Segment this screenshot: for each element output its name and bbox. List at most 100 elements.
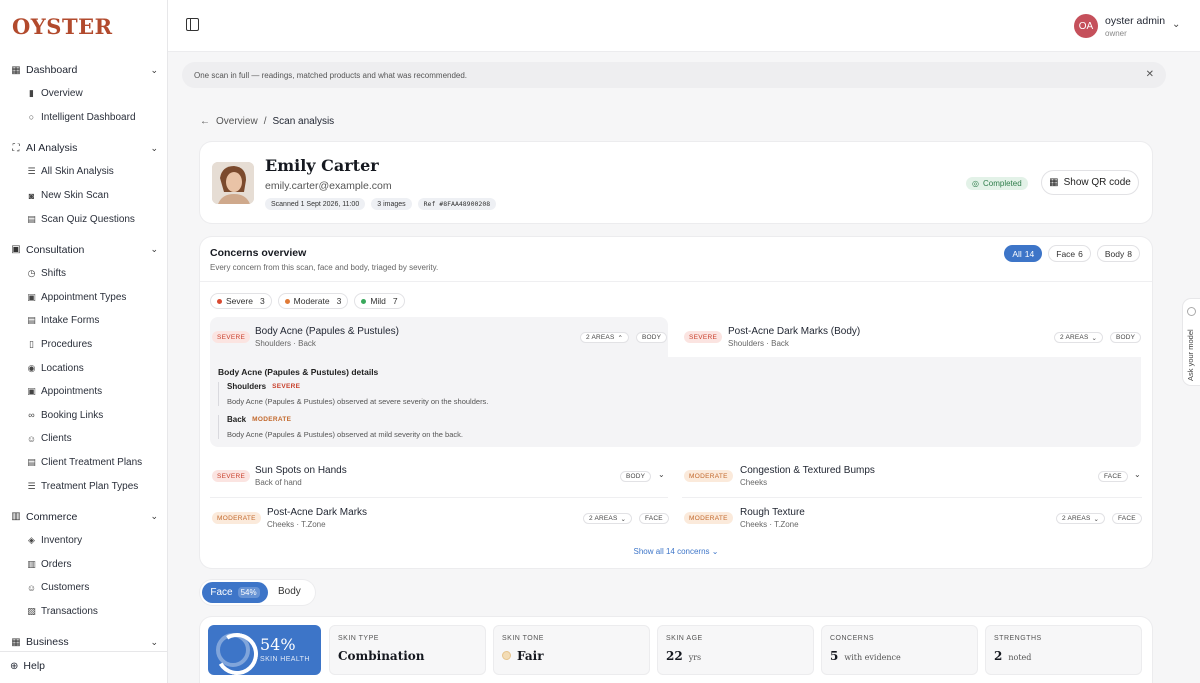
breadcrumb-overview[interactable]: Overview bbox=[216, 116, 258, 127]
detail-severity: SEVERE bbox=[272, 383, 301, 390]
sidebar-item-locations[interactable]: ◉ Locations bbox=[0, 356, 168, 380]
severity-chip-moderate[interactable]: Moderate 3 bbox=[277, 293, 349, 309]
sidebar-item-label: Shifts bbox=[41, 268, 67, 280]
avatar[interactable]: OA bbox=[1074, 14, 1098, 38]
sidebar-item-intelligent-dashboard[interactable]: ○ Intelligent Dashboard bbox=[0, 106, 168, 130]
filter-body[interactable]: Body 8 bbox=[1096, 245, 1140, 262]
segment-face[interactable]: Face 54% bbox=[202, 582, 268, 603]
areas-count: 2 AREAS bbox=[1062, 515, 1091, 522]
filter-all[interactable]: All 14 bbox=[1004, 245, 1043, 262]
concern-areas-text: Shoulders · Back bbox=[728, 339, 789, 348]
chevron-down-icon[interactable]: ⌄ bbox=[658, 470, 665, 479]
sidebar-group-consultation[interactable]: ▣ Consultation ⌄ bbox=[0, 238, 168, 262]
sidebar-item-label: Locations bbox=[41, 362, 84, 374]
sidebar-item-treatment-plan-types[interactable]: ☰ Treatment Plan Types bbox=[0, 474, 168, 498]
stat-label: SKIN AGE bbox=[666, 635, 703, 642]
severe-dot-icon bbox=[217, 298, 222, 304]
chevron-down-icon[interactable]: ⌄ bbox=[1172, 19, 1180, 30]
sidebar-item-scan-quiz-questions[interactable]: ▤ Scan Quiz Questions bbox=[0, 207, 168, 231]
severity-chip-mild[interactable]: Mild 7 bbox=[354, 293, 405, 309]
user-role: owner bbox=[1105, 29, 1127, 38]
filter-face[interactable]: Face 6 bbox=[1048, 245, 1091, 262]
sidebar-item-intake-forms[interactable]: ▤ Intake Forms bbox=[0, 309, 168, 333]
concern-areas-text: Back of hand bbox=[255, 478, 302, 487]
sidebar-item-new-skin-scan[interactable]: ◙ New Skin Scan bbox=[0, 184, 168, 208]
camera-icon: ◙ bbox=[28, 190, 35, 201]
profile-photo bbox=[212, 162, 254, 204]
sidebar-item-procedures[interactable]: ▯ Procedures bbox=[0, 333, 168, 357]
areas-toggle[interactable]: 2 AREAS ⌄ bbox=[1054, 332, 1104, 343]
sidebar-item-all-skin-analysis[interactable]: ☰ All Skin Analysis bbox=[0, 160, 168, 184]
chevron-down-icon[interactable]: ⌄ bbox=[1134, 470, 1141, 479]
client-email: emily.carter@example.com bbox=[265, 180, 392, 192]
detail-area: Shoulders bbox=[227, 382, 267, 391]
concern-title: Sun Spots on Hands bbox=[255, 465, 347, 476]
region-tag: FACE bbox=[1112, 513, 1142, 524]
progress-ring-icon bbox=[216, 633, 250, 667]
sidebar-group-ai-analysis[interactable]: ⛶ AI Analysis ⌄ bbox=[0, 136, 168, 160]
chevron-up-icon: ⌃ bbox=[617, 334, 624, 342]
main-content: OA oyster admin owner ⌄ One scan in full… bbox=[168, 0, 1200, 683]
sidebar-group-dashboard[interactable]: ▦ Dashboard ⌄ bbox=[0, 58, 168, 82]
sidebar-item-appointments[interactable]: ▣ Appointments bbox=[0, 380, 168, 404]
concern-areas-text: Cheeks · T.Zone bbox=[267, 520, 326, 529]
calendar-icon: ▣ bbox=[11, 244, 21, 256]
areas-count: 2 AREAS bbox=[1060, 334, 1089, 341]
show-all-concerns-link[interactable]: Show all 14 concerns ⌄ bbox=[200, 547, 1152, 556]
brand-logo[interactable]: OYSTER bbox=[12, 14, 113, 39]
sidebar-item-appointment-types[interactable]: ▣ Appointment Types bbox=[0, 286, 168, 310]
segment-body[interactable]: Body bbox=[278, 586, 301, 597]
concern-row[interactable]: MODERATE Post-Acne Dark Marks Cheeks · T… bbox=[210, 498, 669, 538]
sidebar-item-orders[interactable]: ▥ Orders bbox=[0, 553, 168, 577]
close-icon[interactable]: ✕ bbox=[1146, 69, 1154, 80]
strengths-tile: STRENGTHS 2 noted bbox=[985, 625, 1142, 675]
sidebar-item-transactions[interactable]: ▧ Transactions bbox=[0, 600, 168, 624]
skin-age-tile: SKIN AGE 22 yrs bbox=[657, 625, 814, 675]
concern-row[interactable]: SEVERE Sun Spots on Hands Back of hand B… bbox=[210, 456, 668, 496]
sidebar-item-label: Appointment Types bbox=[41, 291, 127, 303]
chevron-down-icon: ⌄ bbox=[150, 244, 158, 255]
list-icon: ☰ bbox=[27, 480, 36, 491]
sidebar-item-shifts[interactable]: ◷ Shifts bbox=[0, 262, 168, 286]
sidebar-item-clients[interactable]: ☺ Clients bbox=[0, 427, 168, 451]
sidebar-group-commerce[interactable]: ▥ Commerce ⌄ bbox=[0, 505, 168, 529]
detail-severity: MODERATE bbox=[252, 416, 292, 423]
severity-chip-severe[interactable]: Severe 3 bbox=[210, 293, 272, 309]
arrow-left-icon[interactable]: ← bbox=[200, 116, 210, 127]
chip-count: 7 bbox=[392, 296, 398, 306]
concern-row[interactable]: SEVERE Body Acne (Papules & Pustules) Sh… bbox=[210, 317, 668, 357]
calendar-check-icon: ▣ bbox=[27, 386, 36, 397]
concern-row[interactable]: SEVERE Post-Acne Dark Marks (Body) Shoul… bbox=[682, 317, 1142, 357]
breadcrumb-separator: / bbox=[263, 116, 267, 127]
sidebar-item-inventory[interactable]: ◈ Inventory bbox=[0, 529, 168, 553]
ask-your-model-tab[interactable]: Ask your model bbox=[1182, 298, 1200, 386]
stat-value: 5 bbox=[830, 649, 839, 663]
areas-toggle[interactable]: 2 AREAS ⌃ bbox=[580, 332, 630, 343]
chevron-down-icon: ⌄ bbox=[711, 547, 719, 556]
sidebar-group-label: Commerce bbox=[26, 510, 78, 523]
check-circle-icon: ◎ bbox=[972, 179, 979, 188]
sidebar-item-overview[interactable]: ▮ Overview bbox=[0, 82, 168, 106]
chevron-down-icon: ⌄ bbox=[150, 142, 158, 153]
cart-icon: ▥ bbox=[11, 511, 21, 523]
breadcrumb-current: Scan analysis bbox=[272, 116, 335, 127]
show-qr-code-button[interactable]: ▦ Show QR code bbox=[1041, 170, 1139, 195]
sidebar-item-booking-links[interactable]: ∞ Booking Links bbox=[0, 404, 168, 428]
concern-row[interactable]: MODERATE Rough Texture Cheeks · T.Zone 2… bbox=[682, 498, 1142, 538]
areas-toggle[interactable]: 2 AREAS ⌄ bbox=[583, 513, 633, 524]
sidebar-nav: ▦ Dashboard ⌄ ▮ Overview ○ Intelligent D… bbox=[0, 58, 168, 654]
sidebar-item-customers[interactable]: ☺ Customers bbox=[0, 576, 168, 600]
user-name[interactable]: oyster admin bbox=[1105, 15, 1165, 27]
concern-title: Rough Texture bbox=[740, 507, 805, 518]
sidebar-item-client-treatment-plans[interactable]: ▤ Client Treatment Plans bbox=[0, 451, 168, 475]
concern-row[interactable]: MODERATE Congestion & Textured Bumps Che… bbox=[682, 456, 1142, 496]
sidebar-help[interactable]: ⊕ Help bbox=[10, 660, 45, 672]
sidebar-toggle-icon[interactable] bbox=[186, 18, 199, 31]
areas-toggle[interactable]: 2 AREAS ⌄ bbox=[1056, 513, 1106, 524]
skin-health-tile: 54% SKIN HEALTH bbox=[208, 625, 321, 675]
sidebar-item-label: Customers bbox=[41, 582, 90, 594]
chip-label: Severe bbox=[226, 296, 253, 306]
concern-title: Congestion & Textured Bumps bbox=[740, 465, 875, 476]
calendar-icon: ▣ bbox=[27, 291, 36, 302]
clipboard-icon: ▤ bbox=[27, 457, 36, 468]
